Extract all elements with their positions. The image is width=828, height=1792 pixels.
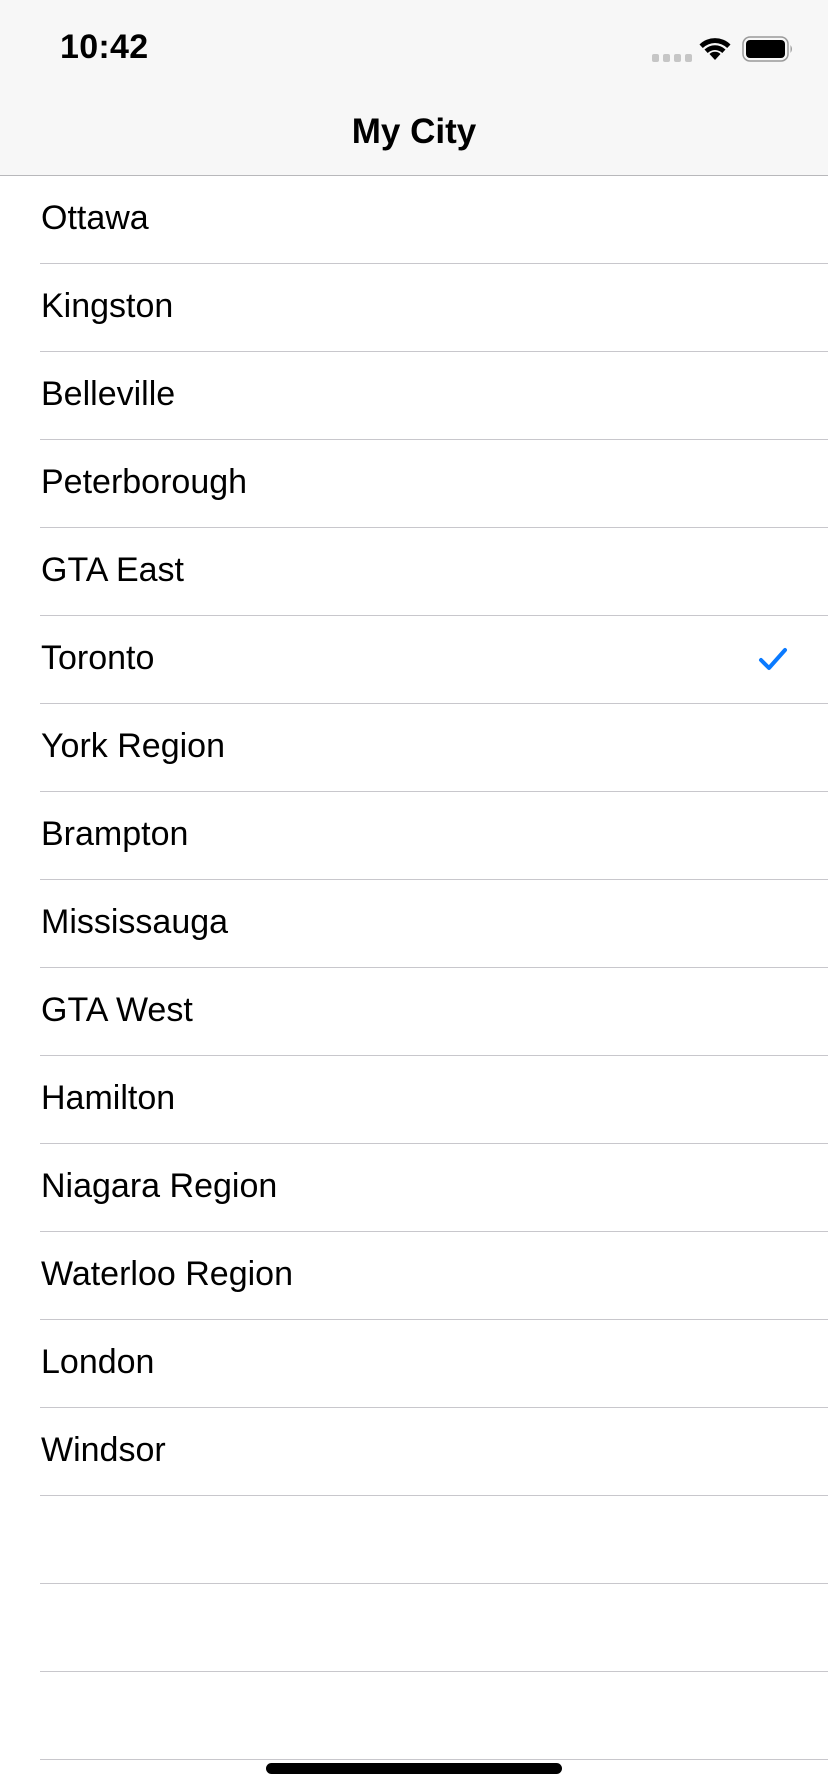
city-row[interactable]: GTA West	[0, 968, 828, 1056]
city-row[interactable]: Hamilton	[0, 1056, 828, 1144]
city-label: Ottawa	[41, 199, 149, 237]
city-row[interactable]: Windsor	[0, 1408, 828, 1496]
city-label: GTA West	[41, 991, 193, 1029]
city-label: York Region	[41, 727, 225, 765]
city-row[interactable]: Niagara Region	[0, 1144, 828, 1232]
city-row[interactable]: Mississauga	[0, 880, 828, 968]
city-row[interactable]: York Region	[0, 704, 828, 792]
row-separator	[40, 1759, 828, 1760]
checkmark-icon	[759, 648, 787, 670]
city-row[interactable]: Kingston	[0, 264, 828, 352]
city-label: GTA East	[41, 551, 184, 589]
home-indicator	[266, 1763, 562, 1774]
city-label: London	[41, 1343, 155, 1381]
status-time: 10:42	[60, 28, 149, 66]
city-row[interactable]: Waterloo Region	[0, 1232, 828, 1320]
empty-table-rows	[0, 1496, 828, 1760]
city-label: Niagara Region	[41, 1167, 278, 1205]
city-row[interactable]: Belleville	[0, 352, 828, 440]
city-row[interactable]: Toronto	[0, 616, 828, 704]
battery-icon	[742, 36, 792, 62]
empty-row	[0, 1584, 828, 1672]
city-label: Windsor	[41, 1431, 166, 1469]
city-row[interactable]: GTA East	[0, 528, 828, 616]
city-label: Brampton	[41, 815, 189, 853]
page-title: My City	[351, 112, 477, 151]
city-list: Ottawa Kingston Belleville Peterborough GTA …	[0, 176, 828, 1496]
city-label: Belleville	[41, 375, 176, 413]
city-label: Waterloo Region	[41, 1255, 293, 1293]
city-row[interactable]: Peterborough	[0, 440, 828, 528]
city-label: Kingston	[41, 287, 174, 325]
city-row[interactable]: Ottawa	[0, 176, 828, 264]
navigation-bar: My City	[0, 100, 828, 176]
city-label: Toronto	[41, 639, 155, 677]
city-label: Mississauga	[41, 903, 229, 941]
city-label: Hamilton	[41, 1079, 176, 1117]
city-row[interactable]: London	[0, 1320, 828, 1408]
city-label: Peterborough	[41, 463, 248, 501]
signal-icon	[652, 54, 692, 62]
empty-row	[0, 1496, 828, 1584]
wifi-icon	[699, 38, 731, 60]
empty-row	[0, 1672, 828, 1760]
city-row[interactable]: Brampton	[0, 792, 828, 880]
status-bar: 10:42	[0, 0, 828, 100]
